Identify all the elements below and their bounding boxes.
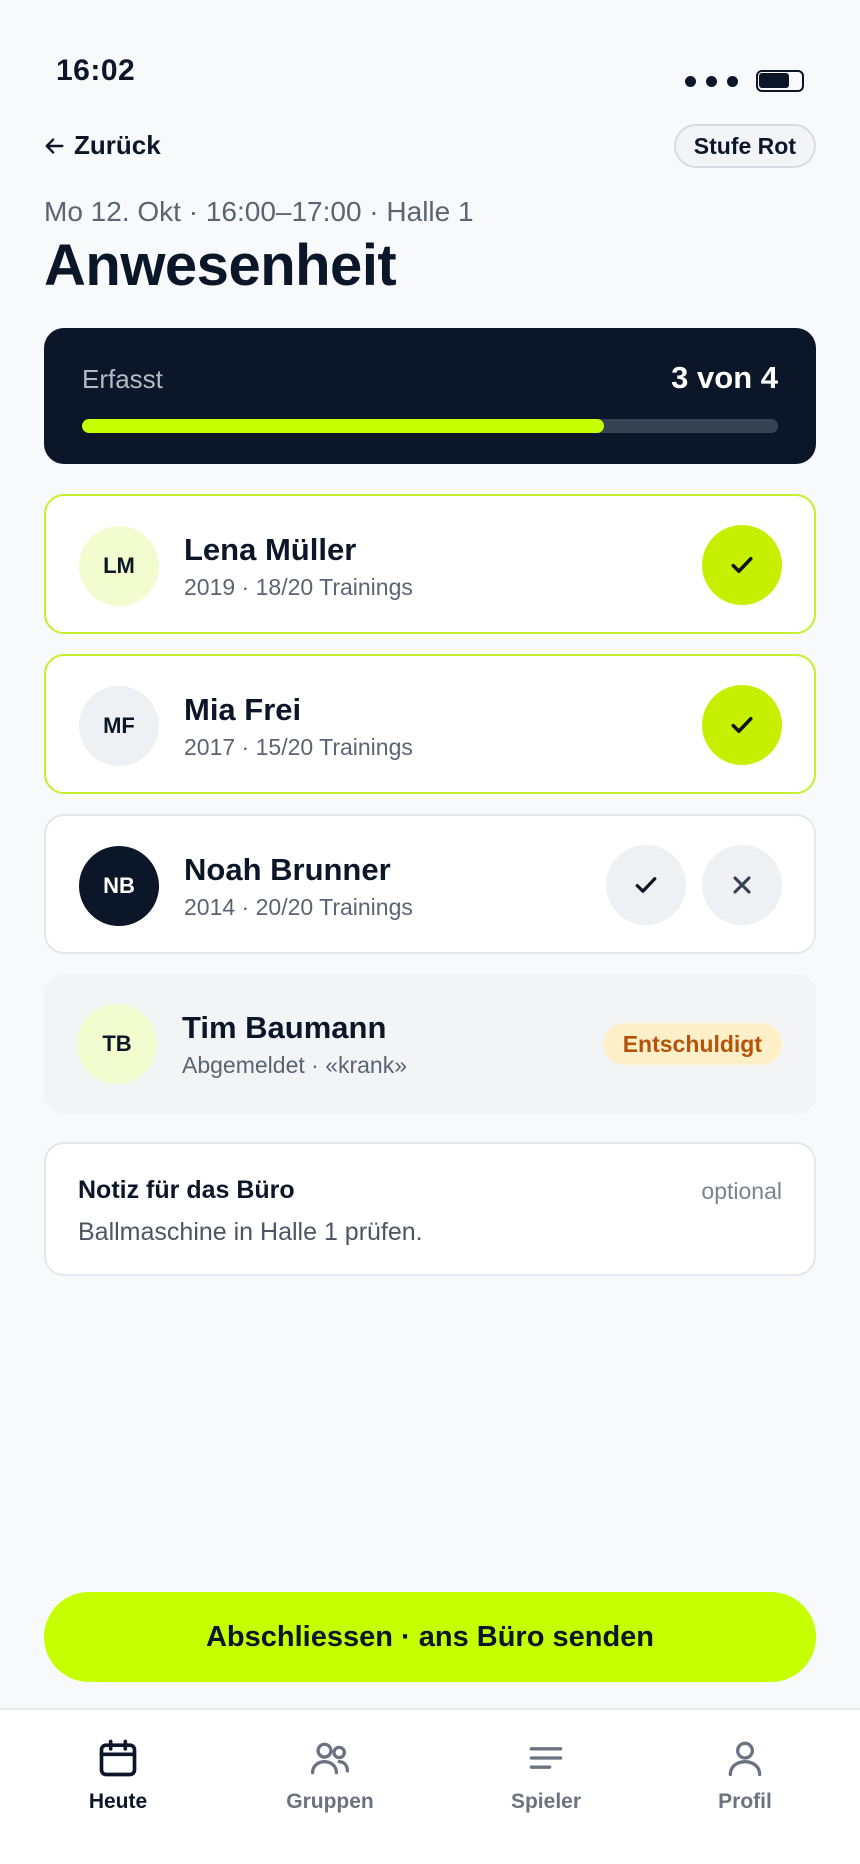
- tab-gruppen[interactable]: Gruppen: [250, 1736, 410, 1814]
- tab-label: Gruppen: [286, 1790, 374, 1813]
- player-meta: 2014 · 20/20 Trainings: [184, 894, 413, 920]
- back-button[interactable]: Zurück: [44, 130, 161, 161]
- battery-icon: [756, 70, 804, 92]
- progress-fill: [82, 419, 604, 433]
- users-icon: [310, 1742, 350, 1775]
- status-time: 16:02: [56, 54, 136, 87]
- progress-bar: [82, 419, 778, 433]
- player-card[interactable]: NB Noah Brunner 2014 · 20/20 Trainings: [44, 814, 816, 954]
- player-name: Noah Brunner: [184, 852, 391, 887]
- progress-count: 3 von 4: [671, 360, 778, 395]
- check-icon: [731, 717, 753, 733]
- progress-card: Erfasst 3 von 4: [44, 328, 816, 464]
- player-meta: Abgemeldet · «krank»: [182, 1052, 408, 1078]
- session-info: Mo 12. Okt · 16:00–17:00 · Halle 1: [44, 196, 474, 227]
- present-toggle-button[interactable]: [702, 685, 782, 765]
- player-card[interactable]: TB Tim Baumann Abgemeldet · «krank» Ents…: [44, 974, 816, 1114]
- player-meta: 2019 · 18/20 Trainings: [184, 574, 413, 600]
- tab-label: Heute: [88, 1790, 148, 1813]
- level-chip[interactable]: Stufe Rot: [673, 124, 816, 168]
- signal-dot-icon: [727, 75, 738, 87]
- arrow-left-icon: [45, 137, 64, 154]
- mark-present-button[interactable]: [606, 845, 686, 925]
- tab-spieler[interactable]: Spieler: [466, 1736, 626, 1814]
- user-icon: [728, 1741, 762, 1777]
- tab-profil[interactable]: Profil: [665, 1736, 825, 1814]
- avatar: TB: [77, 1004, 157, 1084]
- player-name: Mia Frei: [184, 692, 302, 727]
- page-title: Anwesenheit: [44, 233, 397, 298]
- back-label: Zurück: [74, 130, 161, 160]
- check-icon: [635, 877, 657, 893]
- office-note-field[interactable]: Notiz für das Büro optional Ballmaschine…: [44, 1142, 816, 1276]
- avatar: LM: [79, 526, 159, 606]
- tab-bar: Heute Gruppen Spieler Profil: [0, 1708, 860, 1864]
- note-title: Notiz für das Büro: [78, 1176, 295, 1204]
- signal-dot-icon: [706, 75, 717, 87]
- tab-heute[interactable]: Heute: [38, 1736, 198, 1814]
- signal-dot-icon: [685, 75, 696, 87]
- note-text[interactable]: Ballmaschine in Halle 1 prüfen.: [78, 1218, 423, 1247]
- player-name: Lena Müller: [184, 532, 357, 567]
- tab-label: Spieler: [510, 1790, 582, 1813]
- status-bar: 16:02: [0, 0, 860, 110]
- tab-label: Profil: [718, 1790, 772, 1813]
- player-meta: 2017 · 15/20 Trainings: [184, 734, 413, 760]
- player-card[interactable]: LM Lena Müller 2019 · 18/20 Trainings: [44, 494, 816, 634]
- mark-absent-button[interactable]: [702, 845, 782, 925]
- close-icon: [733, 876, 751, 894]
- status-badge: Entschuldigt: [602, 1023, 782, 1065]
- player-card[interactable]: MF Mia Frei 2017 · 15/20 Trainings: [44, 654, 816, 794]
- player-name: Tim Baumann: [182, 1010, 387, 1045]
- status-icons: [685, 70, 804, 92]
- avatar: MF: [79, 686, 159, 766]
- submit-button[interactable]: Abschliessen · ans Büro senden: [44, 1592, 816, 1682]
- check-icon: [731, 557, 753, 573]
- calendar-icon: [99, 1739, 137, 1777]
- progress-label: Erfasst: [82, 364, 163, 394]
- present-toggle-button[interactable]: [702, 525, 782, 605]
- list-icon: [529, 1747, 563, 1769]
- avatar: NB: [79, 846, 159, 926]
- note-optional-label: optional: [701, 1178, 782, 1204]
